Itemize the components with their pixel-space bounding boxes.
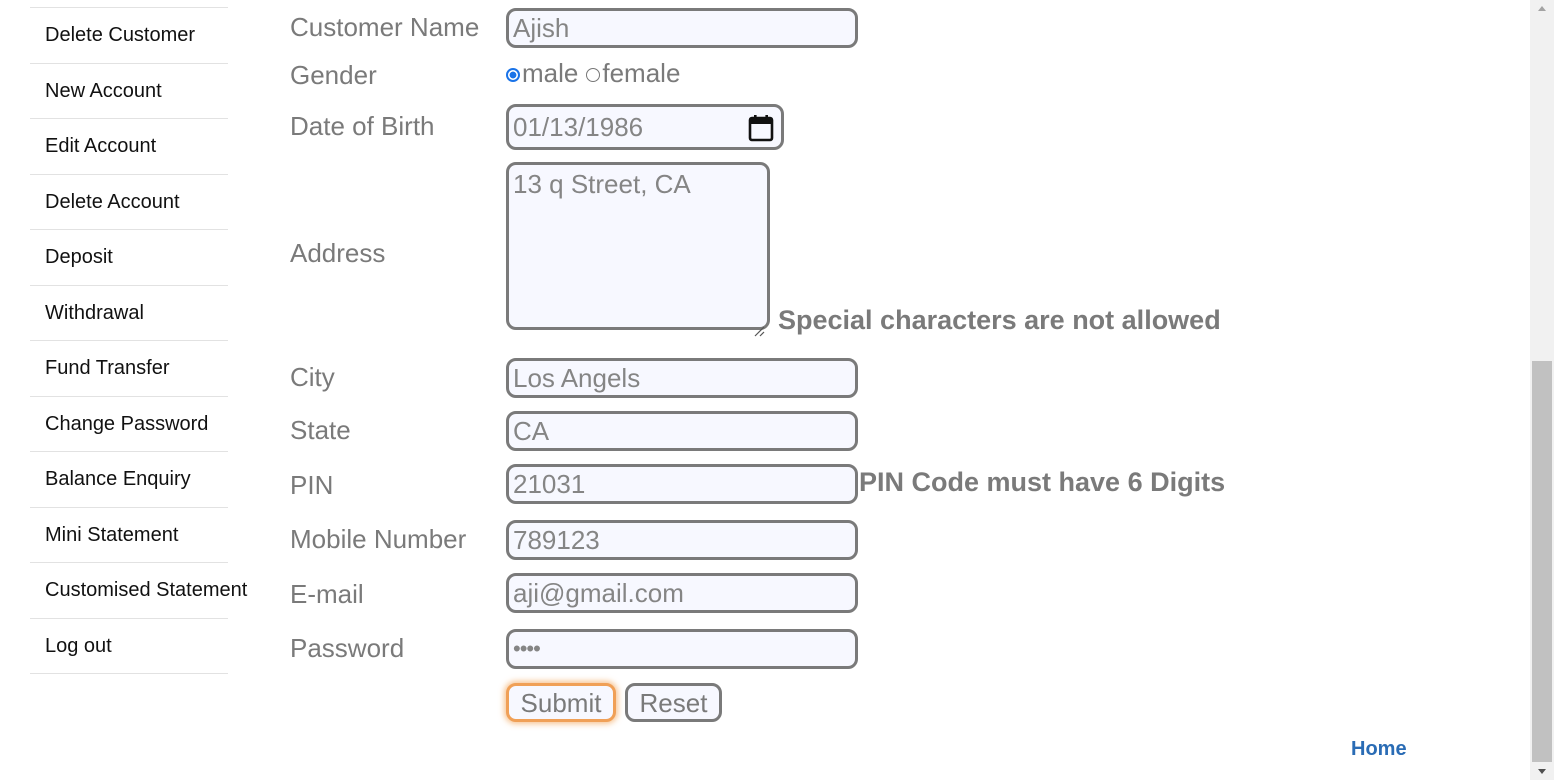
email-label: E-mail xyxy=(290,579,364,609)
pin-input[interactable]: 21031 xyxy=(506,464,858,504)
password-label: Password xyxy=(290,633,405,663)
dob-value: 01/13/1986 xyxy=(513,112,644,142)
sidebar-item-mini-statement[interactable]: Mini Statement xyxy=(30,508,228,563)
mobile-input[interactable]: 789123 xyxy=(506,520,858,560)
resize-handle-icon[interactable] xyxy=(753,313,765,337)
gender-label: Gender xyxy=(290,60,377,90)
sidebar-item-change-password[interactable]: Change Password xyxy=(30,397,228,452)
state-label: State xyxy=(290,415,351,445)
customer-name-label: Customer Name xyxy=(290,12,480,42)
address-error-message: Special characters are not allowed xyxy=(778,305,1221,335)
reset-button[interactable]: Reset xyxy=(625,683,722,722)
gender-female-label: female xyxy=(602,58,681,88)
vertical-scrollbar[interactable] xyxy=(1530,0,1554,780)
pin-error-message: PIN Code must have 6 Digits xyxy=(859,467,1226,497)
customer-name-input[interactable]: Ajish xyxy=(506,8,858,48)
page: Delete Customer New Account Edit Account… xyxy=(0,0,1554,780)
sidebar-item-new-account[interactable]: New Account xyxy=(30,64,228,119)
sidebar-item-delete-account[interactable]: Delete Account xyxy=(30,175,228,230)
gender-male-label: male xyxy=(522,58,579,88)
sidebar-item-deposit[interactable]: Deposit xyxy=(30,230,228,286)
dob-input[interactable]: 01/13/1986 xyxy=(506,104,784,150)
home-link[interactable]: Home xyxy=(1351,738,1407,761)
city-label: City xyxy=(290,362,335,392)
sidebar-item-customised-statement[interactable]: Customised Statement xyxy=(30,563,247,619)
sidebar-item-log-out[interactable]: Log out xyxy=(30,619,228,674)
gender-radio-group: male female xyxy=(506,58,680,89)
gender-male-radio[interactable] xyxy=(506,67,520,82)
calendar-icon[interactable] xyxy=(748,113,774,142)
city-input[interactable]: Los Angels xyxy=(506,358,858,398)
gender-female-radio[interactable] xyxy=(586,67,601,82)
password-input[interactable]: •••• xyxy=(506,629,858,669)
scrollbar-thumb[interactable] xyxy=(1532,361,1552,762)
dob-label: Date of Birth xyxy=(290,111,435,141)
scroll-up-arrow-icon[interactable] xyxy=(1530,0,1554,16)
sidebar-item-delete-customer[interactable]: Delete Customer xyxy=(30,8,228,64)
sidebar-item-fund-transfer[interactable]: Fund Transfer xyxy=(30,341,228,397)
sidebar-item-withdrawal[interactable]: Withdrawal xyxy=(30,286,228,341)
pin-label: PIN xyxy=(290,470,334,500)
submit-button[interactable]: Submit xyxy=(506,683,616,722)
address-label: Address xyxy=(290,238,386,268)
mobile-label: Mobile Number xyxy=(290,524,467,554)
address-textarea[interactable]: 13 q Street, CA xyxy=(506,162,770,337)
sidebar-item-balance-enquiry[interactable]: Balance Enquiry xyxy=(30,452,228,508)
sidebar-menu: Delete Customer New Account Edit Account… xyxy=(30,7,247,674)
sidebar-item-edit-account[interactable]: Edit Account xyxy=(30,119,228,175)
email-input[interactable]: aji@gmail.com xyxy=(506,573,858,613)
address-value: 13 q Street, CA xyxy=(513,169,691,199)
state-input[interactable]: CA xyxy=(506,411,858,451)
scroll-down-arrow-icon[interactable] xyxy=(1530,764,1554,780)
